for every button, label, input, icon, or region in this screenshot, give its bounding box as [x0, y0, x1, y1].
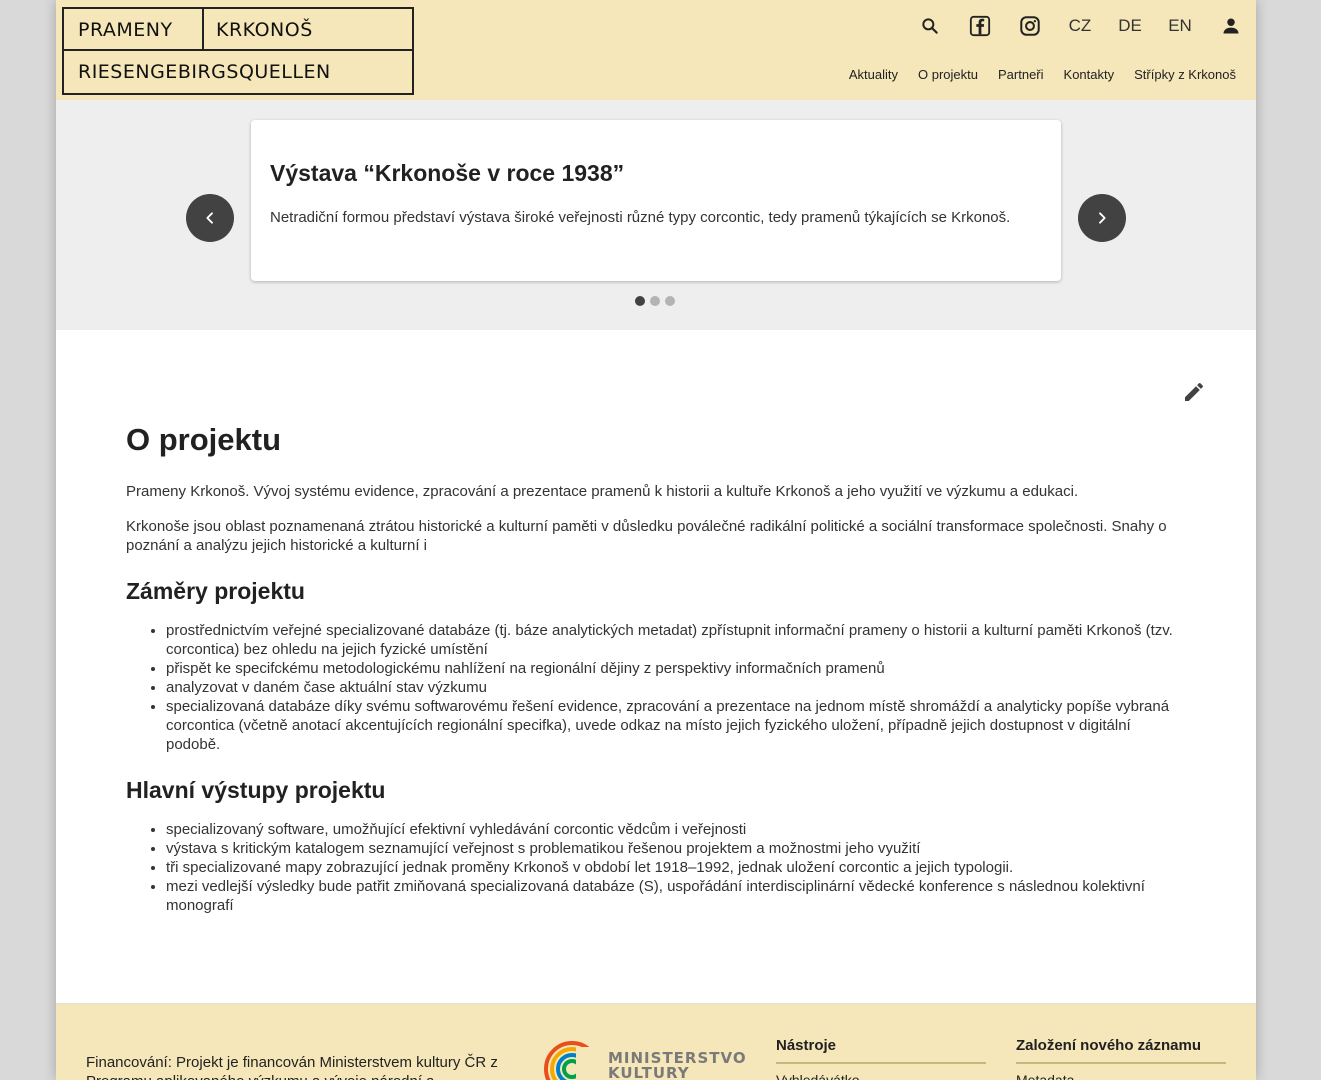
- financing-text: Financování: Projekt je financován Minis…: [86, 1054, 498, 1080]
- list-item: mezi vedlejší výsledky bude patřit zmiňo…: [166, 877, 1186, 915]
- language-de[interactable]: DE: [1118, 12, 1142, 40]
- nav-item-aktuality[interactable]: Aktuality: [849, 67, 898, 82]
- carousel-card[interactable]: Výstava “Krkonoše v roce 1938” Netradičn…: [251, 120, 1061, 281]
- section-heading-zamery: Záměry projektu: [126, 578, 305, 604]
- chevron-right-icon: [1099, 212, 1106, 224]
- site-footer: Financování: Projekt je financován Minis…: [56, 1003, 1256, 1080]
- footer-heading-tools: Nástroje: [776, 1037, 986, 1064]
- carousel-next-button[interactable]: [1078, 194, 1126, 242]
- nav-item-stripky[interactable]: Střípky z Krkonoš: [1134, 67, 1236, 82]
- list-item: prostřednictvím veřejné specializované d…: [166, 621, 1186, 659]
- edit-icon[interactable]: [1182, 380, 1206, 404]
- footer-column-new-record: Založení nového záznamu Metadata: [1016, 1037, 1226, 1080]
- ministry-logo-text: MINISTERSTVO KULTURY: [608, 1051, 747, 1080]
- carousel-dot-2[interactable]: [650, 296, 660, 306]
- search-icon[interactable]: [918, 12, 942, 40]
- footer-link-search[interactable]: Vyhledávátko: [776, 1072, 986, 1080]
- facebook-icon[interactable]: [968, 12, 992, 40]
- carousel-dots: [635, 296, 675, 306]
- site-header: PRAMENY KRKONOŠ RIESENGEBIRGSQUELLEN CZ …: [56, 0, 1256, 100]
- nav-item-o-projektu[interactable]: O projektu: [918, 67, 978, 82]
- list-item: specializovaný software, umožňující efek…: [166, 820, 1186, 839]
- description-paragraph: Krkonoše jsou oblast poznamenaná ztrátou…: [126, 518, 1167, 554]
- list-item: výstava s kritickým katalogem seznamujíc…: [166, 839, 1186, 858]
- ministry-logo-line2: KULTURY: [608, 1064, 690, 1080]
- page-content: O projektu Prameny Krkonoš. Vývoj systém…: [126, 422, 1186, 915]
- carousel-dot-1[interactable]: [635, 296, 645, 306]
- list-item: přispět ke specifckému metodologickému n…: [166, 659, 1186, 678]
- news-carousel: Výstava “Krkonoše v roce 1938” Netradičn…: [56, 100, 1256, 330]
- carousel-prev-button[interactable]: [186, 194, 234, 242]
- user-icon[interactable]: [1219, 12, 1243, 40]
- footer-column-tools: Nástroje Vyhledávátko: [776, 1037, 986, 1080]
- carousel-dot-3[interactable]: [665, 296, 675, 306]
- page: PRAMENY KRKONOŠ RIESENGEBIRGSQUELLEN CZ …: [56, 0, 1256, 1080]
- carousel-card-text: Netradiční formou představí výstava širo…: [270, 209, 1011, 226]
- main-nav: Aktuality O projektu Partneři Kontakty S…: [849, 67, 1236, 82]
- language-en[interactable]: EN: [1168, 12, 1192, 40]
- logo-word-riesengebirgsquellen: RIESENGEBIRGSQUELLEN: [78, 61, 331, 83]
- ministry-logo-mark: [544, 1041, 602, 1080]
- ministry-of-culture-logo: MINISTERSTVO KULTURY: [542, 1037, 746, 1080]
- footer-heading-new-record: Založení nového záznamu: [1016, 1037, 1226, 1064]
- list-item: analyzovat v daném čase aktuální stav vý…: [166, 678, 1186, 697]
- nav-item-kontakty[interactable]: Kontakty: [1064, 67, 1115, 82]
- carousel-card-title: Výstava “Krkonoše v roce 1938”: [270, 160, 625, 186]
- intro-paragraph: Prameny Krkonoš. Vývoj systému evidence,…: [126, 483, 1079, 500]
- chevron-left-icon: [206, 212, 213, 224]
- footer-link-metadata[interactable]: Metadata: [1016, 1072, 1226, 1080]
- instagram-icon[interactable]: [1018, 12, 1042, 40]
- language-cz[interactable]: CZ: [1068, 12, 1092, 40]
- nav-item-partneri[interactable]: Partneři: [998, 67, 1044, 82]
- vystupy-list: specializovaný software, umožňující efek…: [166, 820, 1186, 915]
- header-toolbar: CZ DE EN: [56, 12, 1256, 40]
- page-title: O projektu: [126, 422, 282, 457]
- list-item: specializovaná databáze díky svému softw…: [166, 697, 1186, 754]
- section-heading-vystupy: Hlavní výstupy projektu: [126, 777, 386, 803]
- zamery-list: prostřednictvím veřejné specializované d…: [166, 621, 1186, 754]
- list-item: tři specializované mapy zobrazující jedn…: [166, 858, 1186, 877]
